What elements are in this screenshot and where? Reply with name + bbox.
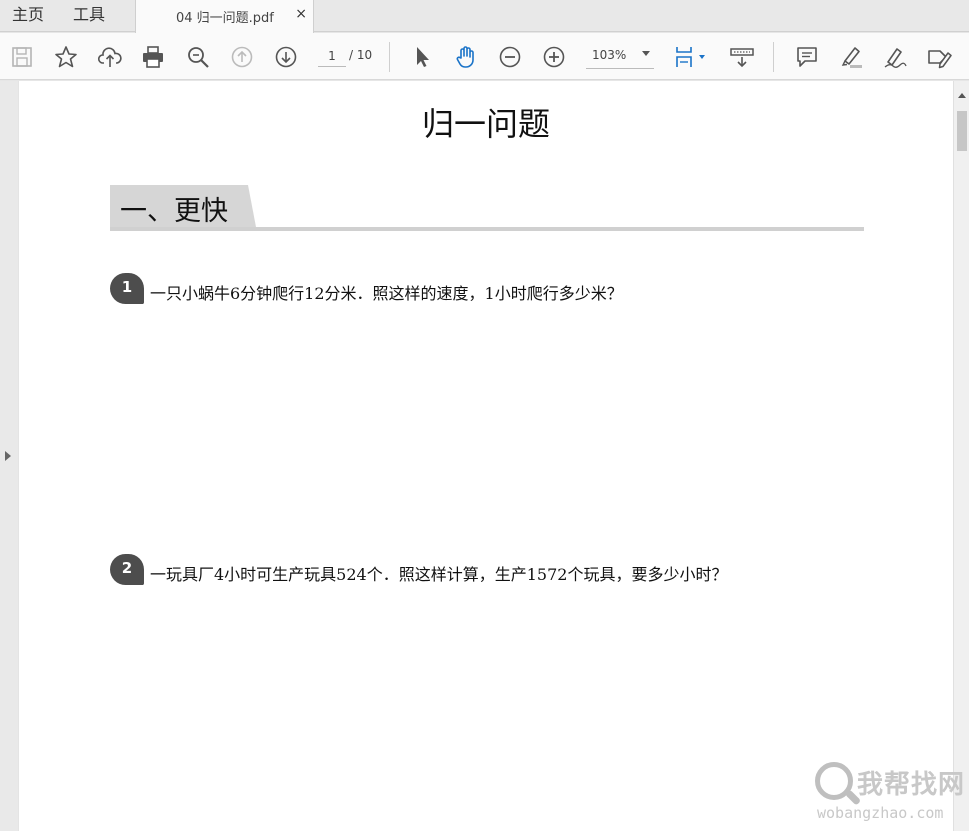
tab-bar: 主页 工具 04 归一问题.pdf × [0, 0, 969, 33]
upload-cloud-icon[interactable] [97, 44, 123, 70]
print-icon[interactable] [140, 44, 166, 70]
close-icon[interactable]: × [295, 6, 307, 22]
sign-icon[interactable] [882, 44, 908, 70]
search-zoom-icon[interactable] [185, 44, 211, 70]
document-title: 归一问题 [421, 105, 550, 143]
document-tab-title: 04 归一问题.pdf [176, 11, 274, 26]
zoom-out-icon[interactable] [497, 44, 523, 70]
tab-tools[interactable]: 工具 [73, 0, 105, 32]
hand-tool-icon[interactable] [453, 44, 479, 70]
section-title: 一、更快 [120, 196, 228, 227]
scroll-mode-icon[interactable] [729, 44, 755, 70]
page-down-icon[interactable] [273, 44, 299, 70]
watermark: 我帮找网 wobangzhao.com [815, 760, 965, 828]
expand-panel-icon[interactable] [5, 451, 11, 461]
question-number-badge: 1 [110, 273, 144, 304]
tab-home[interactable]: 主页 [12, 0, 44, 32]
section-header: 一、更快 [110, 185, 864, 231]
scrollbar-thumb[interactable] [957, 111, 967, 151]
zoom-select[interactable]: 103% [586, 45, 654, 69]
watermark-text-cn: 我帮找网 [857, 770, 966, 800]
question-text: 一玩具厂4小时可生产玩具524个．照这样计算，生产1572个玩具，要多少小时？ [150, 565, 728, 584]
bookmark-star-icon[interactable] [53, 44, 79, 70]
zoom-in-icon[interactable] [541, 44, 567, 70]
watermark-text-en: wobangzhao.com [817, 804, 944, 822]
toolbar-divider [773, 42, 774, 72]
save-icon[interactable] [9, 44, 35, 70]
question-text: 一只小蜗牛6分钟爬行12分米．照这样的速度，1小时爬行多少米？ [150, 284, 623, 303]
page-up-icon[interactable] [229, 44, 255, 70]
toolbar-divider [389, 42, 390, 72]
page-number-input[interactable] [318, 45, 346, 67]
toolbar: / 10 103% [0, 33, 969, 80]
fit-page-icon[interactable] [673, 44, 709, 70]
question-number-badge: 2 [110, 554, 144, 585]
page-total: / 10 [349, 48, 373, 62]
pdf-page: 归一问题 一、更快 1 一只小蜗牛6分钟爬行12分米．照这样的速度，1小时爬行多… [19, 81, 953, 831]
vertical-scrollbar[interactable] [953, 81, 969, 831]
comment-icon[interactable] [794, 44, 820, 70]
chevron-down-icon [642, 51, 650, 56]
edit-icon[interactable] [926, 44, 952, 70]
document-tab[interactable]: 04 归一问题.pdf × [135, 0, 314, 33]
left-panel-rail[interactable] [0, 81, 18, 831]
document-viewer: 归一问题 一、更快 1 一只小蜗牛6分钟爬行12分米．照这样的速度，1小时爬行多… [0, 81, 969, 831]
zoom-value: 103% [592, 48, 627, 62]
section-divider [110, 227, 864, 231]
highlight-icon[interactable] [838, 44, 864, 70]
select-cursor-icon[interactable] [409, 44, 435, 70]
scroll-up-icon[interactable] [958, 93, 966, 98]
